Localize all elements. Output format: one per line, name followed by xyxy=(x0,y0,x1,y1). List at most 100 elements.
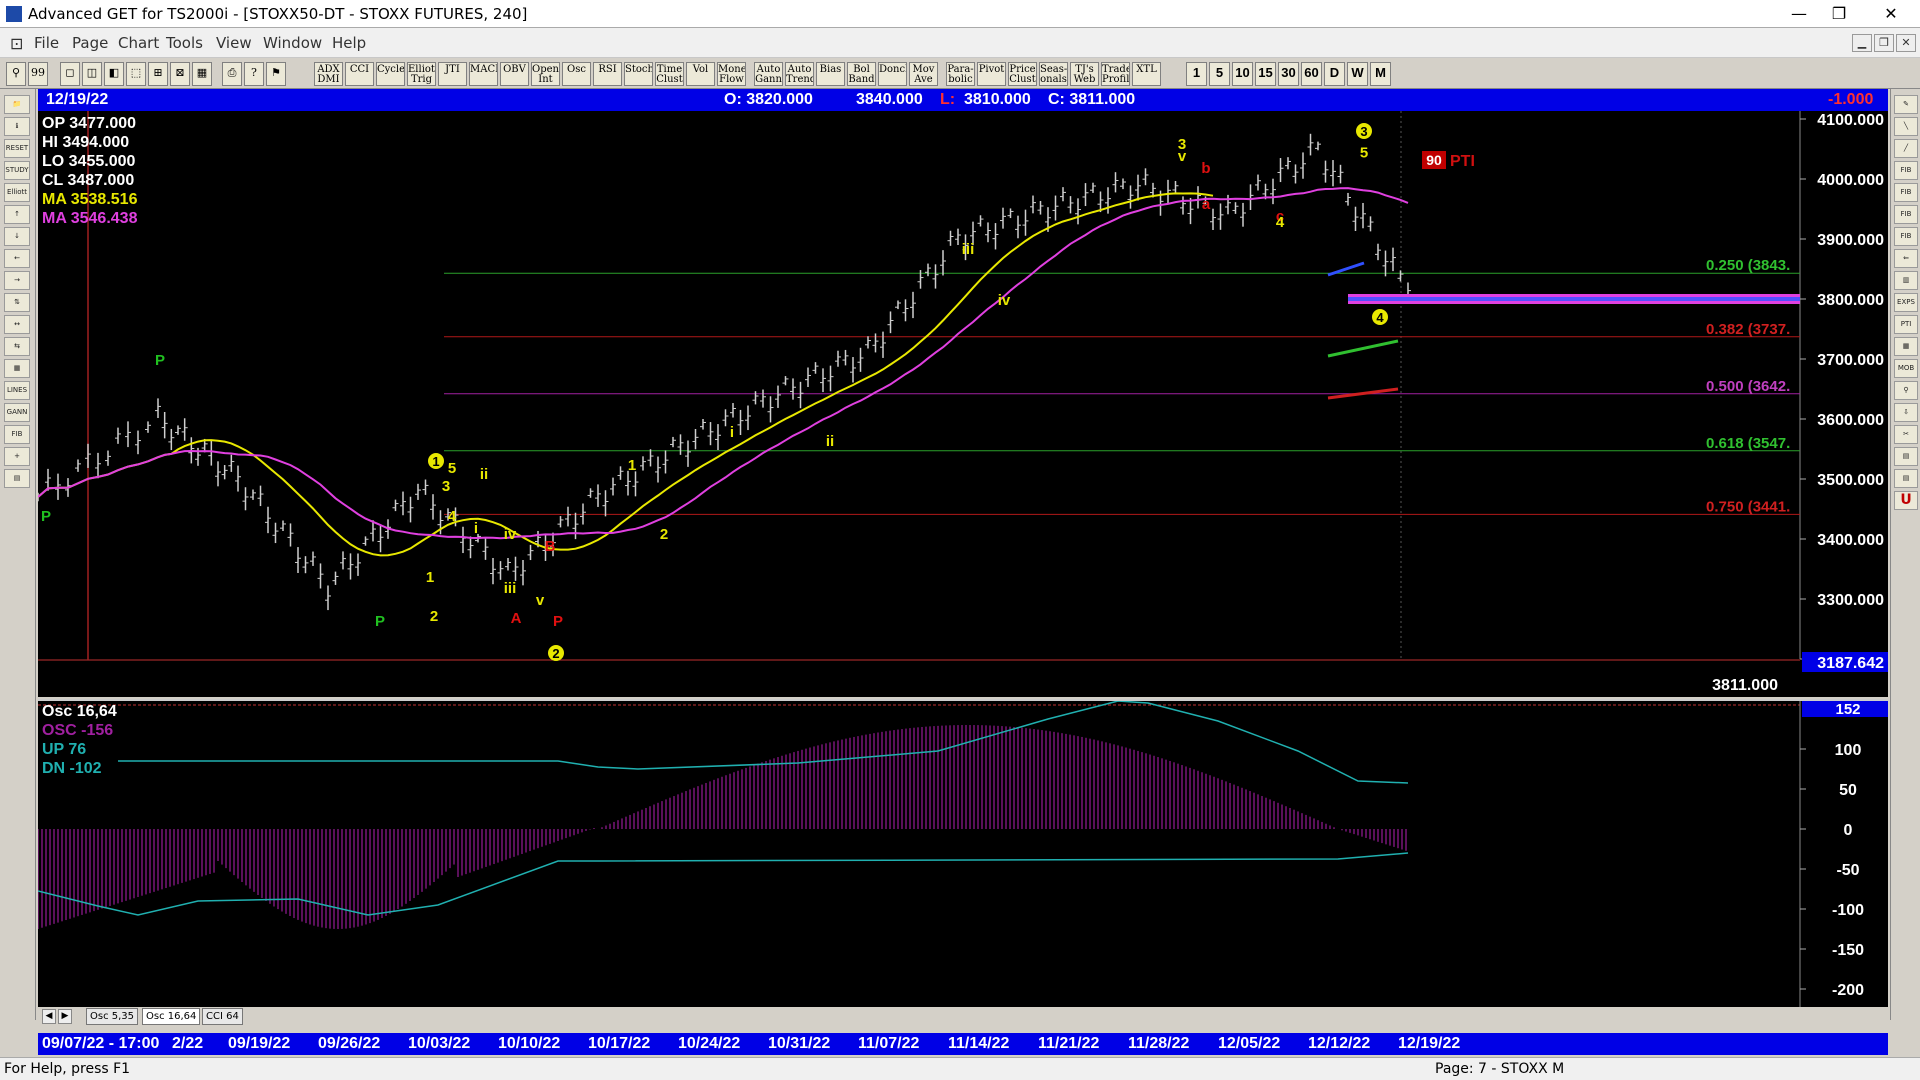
menu-tools[interactable]: Tools xyxy=(166,34,203,52)
right-tool-button[interactable]: EXPS xyxy=(1894,293,1918,312)
left-tool-button[interactable]: FIB xyxy=(4,425,30,444)
right-tool-button[interactable]: ✂ xyxy=(1894,425,1918,444)
left-tool-button[interactable]: ↔ xyxy=(4,315,30,334)
period-button[interactable]: 5 xyxy=(1209,62,1230,86)
period-button[interactable]: D xyxy=(1324,62,1345,86)
study-button[interactable]: Elliott Trig xyxy=(407,62,436,86)
utility-button[interactable]: ⚑ xyxy=(266,62,286,86)
window-tool-button[interactable]: ⬚ xyxy=(126,62,146,86)
study-button[interactable]: Auto Trend xyxy=(785,62,814,86)
study-button[interactable]: OBV xyxy=(500,62,529,86)
left-tool-button[interactable]: STUDY xyxy=(4,161,30,180)
study-button[interactable]: Pivot xyxy=(977,62,1006,86)
utility-button[interactable]: ⎙ xyxy=(222,62,242,86)
menu-window[interactable]: Window xyxy=(263,34,322,52)
left-tool-button[interactable]: ▤ xyxy=(4,469,30,488)
left-tool-button[interactable]: ← xyxy=(4,249,30,268)
tab-osc-16-64[interactable]: Osc 16,64 xyxy=(142,1008,201,1025)
tab-cci-64[interactable]: CCI 64 xyxy=(202,1008,243,1025)
menu-view[interactable]: View xyxy=(216,34,252,52)
study-button[interactable]: Time Clust xyxy=(655,62,684,86)
right-tool-button[interactable]: ▦ xyxy=(1894,337,1918,356)
utility-button[interactable]: ? xyxy=(244,62,264,86)
right-tool-button[interactable]: FIB xyxy=(1894,161,1918,180)
left-tool-button[interactable]: GANN xyxy=(4,403,30,422)
tool-button[interactable]: ⚲ xyxy=(6,62,26,86)
right-tool-button[interactable]: ▤ xyxy=(1894,447,1918,466)
tool-button[interactable]: 99 xyxy=(28,62,48,86)
study-button[interactable]: Trade Profile xyxy=(1101,62,1130,86)
study-button[interactable]: Auto Gann xyxy=(754,62,783,86)
oscillator-panel[interactable]: 152 100 50 0 -50 -100 -150 -200 Osc 16,64 OSC -… xyxy=(38,699,1888,1007)
window-tool-button[interactable]: ▦ xyxy=(192,62,212,86)
left-tool-button[interactable]: ⇅ xyxy=(4,293,30,312)
doc-icon[interactable]: ⊡ xyxy=(10,34,23,53)
right-tool-button[interactable]: ╱ xyxy=(1894,139,1918,158)
study-button[interactable]: Bol Band xyxy=(847,62,876,86)
period-button[interactable]: M xyxy=(1370,62,1391,86)
study-button[interactable]: Bias xyxy=(816,62,845,86)
study-button[interactable]: Cycles xyxy=(376,62,405,86)
study-button[interactable]: Price Clust xyxy=(1008,62,1037,86)
right-tool-button[interactable]: U xyxy=(1894,491,1918,510)
study-button[interactable]: TJ's Web xyxy=(1070,62,1099,86)
window-tool-button[interactable]: ◧ xyxy=(104,62,124,86)
left-tool-button[interactable]: → xyxy=(4,271,30,290)
study-button[interactable]: Stoch xyxy=(624,62,653,86)
left-tool-button[interactable]: Elliott xyxy=(4,183,30,202)
left-tool-button[interactable]: ↑ xyxy=(4,205,30,224)
right-tool-button[interactable]: ╲ xyxy=(1894,117,1918,136)
study-button[interactable]: Osc xyxy=(562,62,591,86)
child-restore-icon[interactable]: ❐ xyxy=(1874,34,1894,52)
left-tool-button[interactable]: RESET xyxy=(4,139,30,158)
menu-file[interactable]: File xyxy=(34,34,59,52)
period-button[interactable]: W xyxy=(1347,62,1368,86)
study-button[interactable]: RSI xyxy=(593,62,622,86)
period-button[interactable]: 10 xyxy=(1232,62,1253,86)
period-button[interactable]: 1 xyxy=(1186,62,1207,86)
right-tool-button[interactable]: ▥ xyxy=(1894,271,1918,290)
child-minimize-icon[interactable]: ▁ xyxy=(1852,34,1872,52)
menu-page[interactable]: Page xyxy=(72,34,108,52)
right-tool-button[interactable]: ✎ xyxy=(1894,95,1918,114)
window-tool-button[interactable]: ◻ xyxy=(60,62,80,86)
study-button[interactable]: Mov Ave xyxy=(909,62,938,86)
window-tool-button[interactable]: ⊞ xyxy=(148,62,168,86)
left-tool-button[interactable]: 📁 xyxy=(4,95,30,114)
study-button[interactable]: Money Flow xyxy=(717,62,746,86)
right-tool-button[interactable]: ▤ xyxy=(1894,469,1918,488)
right-tool-button[interactable]: MOB xyxy=(1894,359,1918,378)
child-close-icon[interactable]: ✕ xyxy=(1896,34,1916,52)
period-button[interactable]: 30 xyxy=(1278,62,1299,86)
study-button[interactable]: ADX DMI xyxy=(314,62,343,86)
price-chart[interactable]: 4100.000 4000.000 3900.000 3800.000 3700.000… xyxy=(38,111,1888,697)
right-tool-button[interactable]: ⇩ xyxy=(1894,403,1918,422)
study-button[interactable]: JTI xyxy=(438,62,467,86)
study-button[interactable]: Open Int xyxy=(531,62,560,86)
close-button[interactable]: ✕ xyxy=(1862,0,1920,27)
tab-osc-5-35[interactable]: Osc 5,35 xyxy=(86,1008,139,1025)
left-tool-button[interactable]: ▦ xyxy=(4,359,30,378)
study-button[interactable]: XTL xyxy=(1132,62,1161,86)
tab-prev-icon[interactable]: ◀ xyxy=(42,1009,56,1024)
window-tool-button[interactable]: ⊠ xyxy=(170,62,190,86)
period-button[interactable]: 15 xyxy=(1255,62,1276,86)
left-tool-button[interactable]: LINES xyxy=(4,381,30,400)
study-button[interactable]: Vol xyxy=(686,62,715,86)
study-button[interactable]: CCI xyxy=(345,62,374,86)
minimize-button[interactable]: — xyxy=(1780,0,1818,27)
right-tool-button[interactable]: ⚲ xyxy=(1894,381,1918,400)
right-tool-button[interactable]: PTI xyxy=(1894,315,1918,334)
study-button[interactable]: Para-bolic xyxy=(946,62,975,86)
right-tool-button[interactable]: FIB xyxy=(1894,205,1918,224)
window-tool-button[interactable]: ◫ xyxy=(82,62,102,86)
tab-next-icon[interactable]: ▶ xyxy=(58,1009,72,1024)
period-button[interactable]: 60 xyxy=(1301,62,1322,86)
maximize-button[interactable]: ❐ xyxy=(1820,0,1858,27)
left-tool-button[interactable]: ↓ xyxy=(4,227,30,246)
left-tool-button[interactable]: + xyxy=(4,447,30,466)
study-button[interactable]: Seas-onals xyxy=(1039,62,1068,86)
menu-chart[interactable]: Chart xyxy=(118,34,159,52)
menu-help[interactable]: Help xyxy=(332,34,366,52)
left-tool-button[interactable]: ⇆ xyxy=(4,337,30,356)
